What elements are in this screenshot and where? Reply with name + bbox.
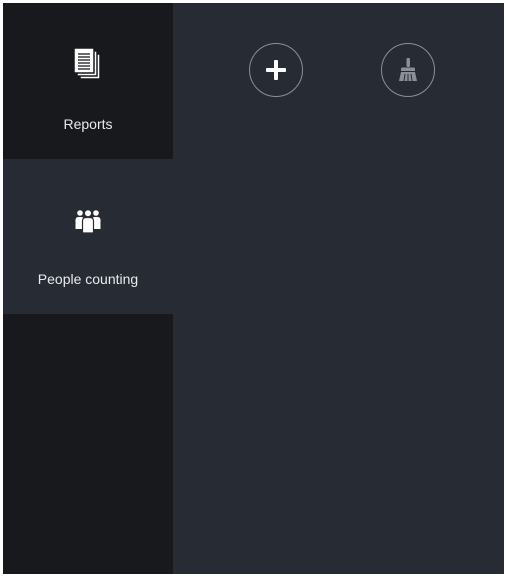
sidebar-item-people-counting[interactable]: People counting bbox=[3, 159, 173, 314]
sidebar-item-label: People counting bbox=[37, 271, 139, 287]
add-button[interactable] bbox=[249, 43, 303, 97]
main-panel bbox=[173, 3, 504, 574]
sidebar: Reports People counting bbox=[3, 3, 173, 574]
broom-icon bbox=[399, 58, 417, 82]
plus-icon bbox=[266, 60, 286, 80]
people-group-icon bbox=[75, 208, 101, 234]
sidebar-item-label: Reports bbox=[63, 116, 113, 132]
sidebar-item-reports[interactable]: Reports bbox=[3, 3, 173, 158]
documents-icon bbox=[73, 47, 101, 80]
clear-button[interactable] bbox=[381, 43, 435, 97]
app-frame: Reports People counting bbox=[3, 3, 504, 574]
